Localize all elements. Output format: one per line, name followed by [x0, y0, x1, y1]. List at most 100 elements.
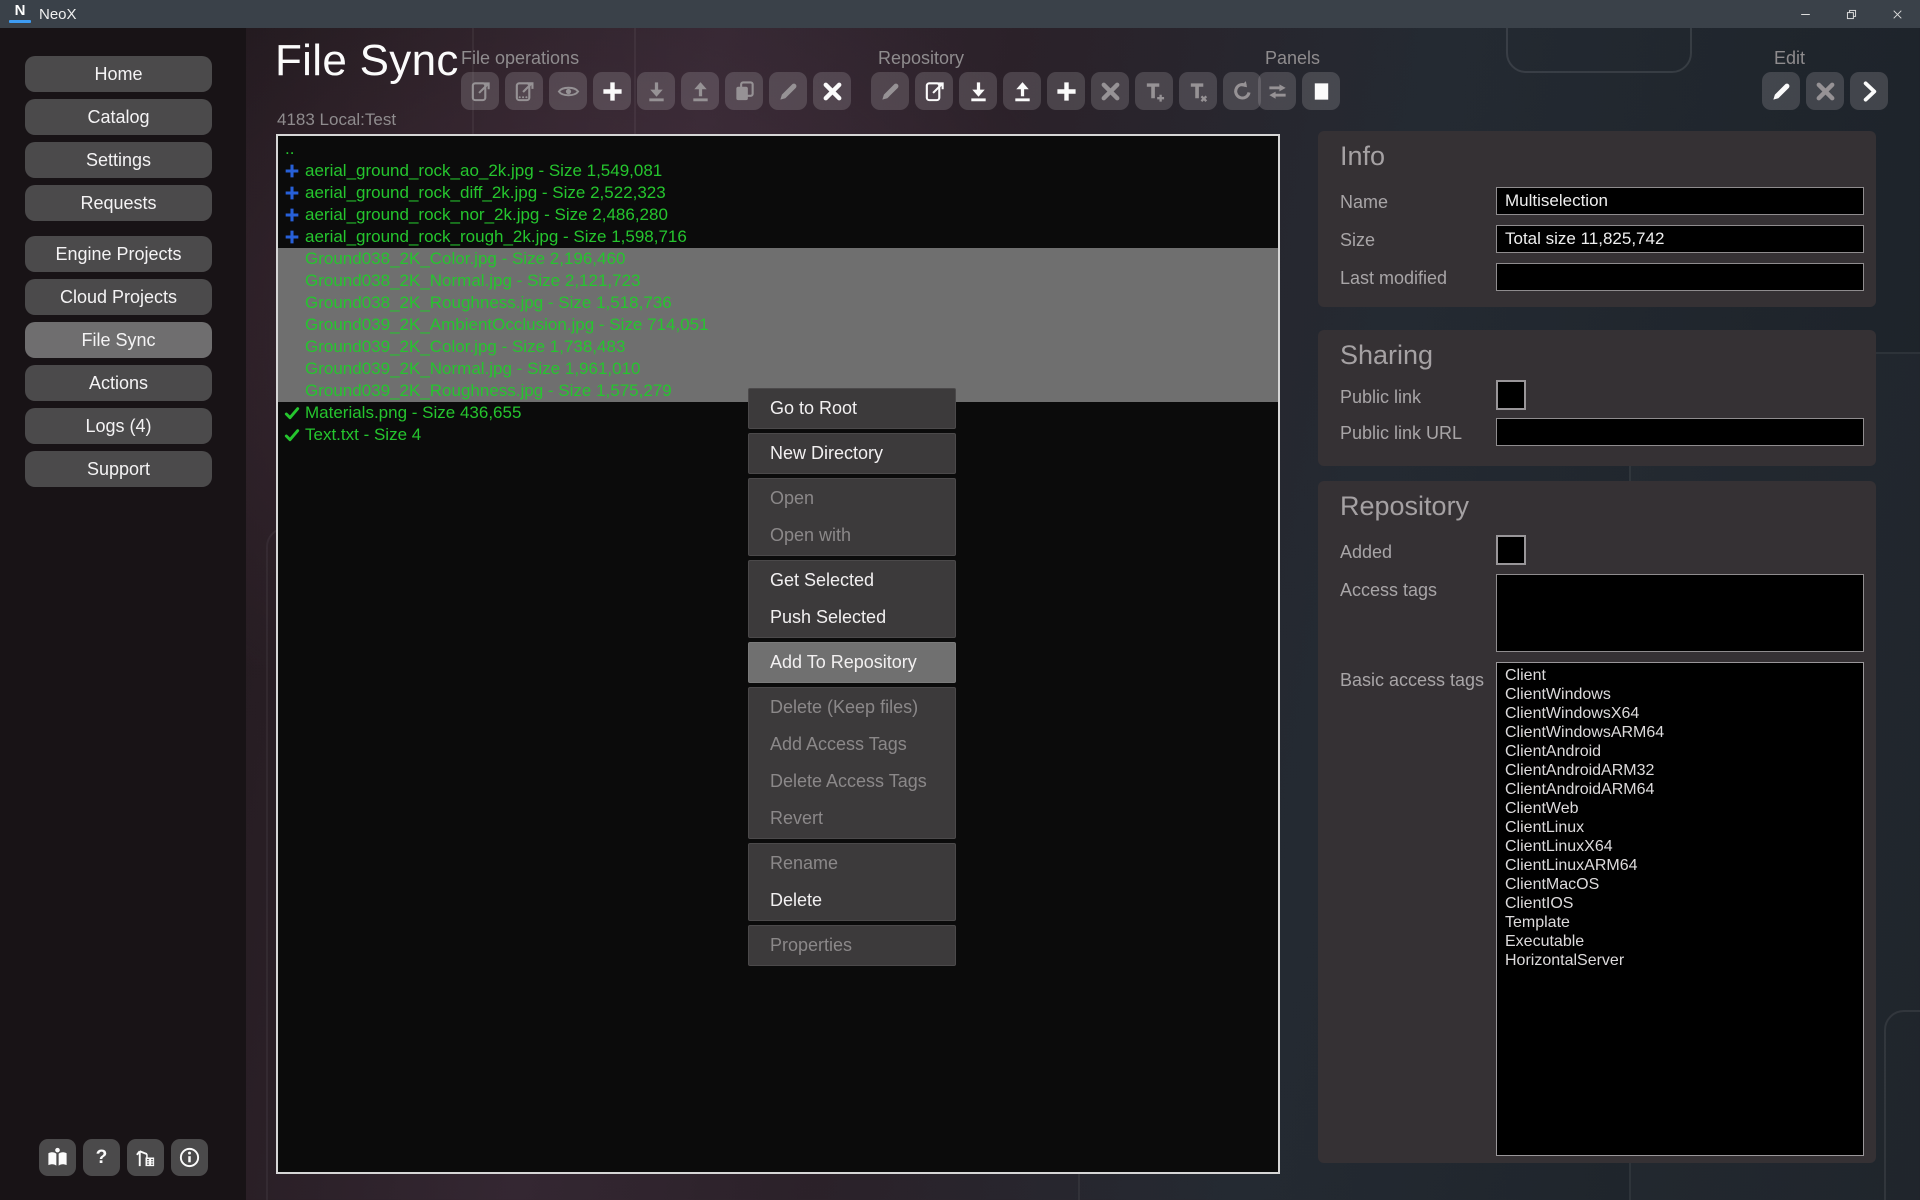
size-field[interactable] — [1496, 225, 1864, 253]
context-menu-group: OpenOpen with — [748, 478, 956, 556]
menu-item-go-to-root[interactable]: Go to Root — [749, 390, 955, 427]
repository-remove-button[interactable] — [1091, 72, 1129, 110]
file-operations-delete-button[interactable] — [813, 72, 851, 110]
documentation-button[interactable] — [39, 1139, 76, 1176]
basic-access-tag[interactable]: ClientWindowsARM64 — [1505, 723, 1863, 742]
file-operations-open-with-button[interactable] — [505, 72, 543, 110]
basic-access-tag[interactable]: HorizontalServer — [1505, 951, 1863, 970]
sidebar-item-settings[interactable]: Settings — [25, 142, 212, 178]
name-field[interactable] — [1496, 187, 1864, 215]
access-tags-field[interactable] — [1496, 574, 1864, 652]
repository-add-button[interactable] — [1047, 72, 1085, 110]
edit-apply-button[interactable] — [1850, 72, 1888, 110]
file-row-text: aerial_ground_rock_nor_2k.jpg - Size 2,4… — [305, 205, 668, 225]
repository-section: Repository Added Access tags Basic acces… — [1318, 481, 1876, 1163]
sidebar-item-home[interactable]: Home — [25, 56, 212, 92]
public-link-url-label: Public link URL — [1340, 423, 1462, 444]
public-link-url-field[interactable] — [1496, 418, 1864, 446]
file-operations-rename-button[interactable] — [769, 72, 807, 110]
sidebar-item-cloud-projects[interactable]: Cloud Projects — [25, 279, 212, 315]
added-checkbox[interactable] — [1496, 535, 1526, 565]
file-row[interactable]: aerial_ground_rock_rough_2k.jpg - Size 1… — [278, 226, 1278, 248]
repository-remove-tag-button[interactable] — [1179, 72, 1217, 110]
file-row[interactable]: Ground039_2K_AmbientOcclusion.jpg - Size… — [278, 314, 1278, 336]
basic-access-tag[interactable]: ClientWeb — [1505, 799, 1863, 818]
file-row[interactable]: Ground038_2K_Color.jpg - Size 2,196,460 — [278, 248, 1278, 270]
file-row[interactable]: Ground039_2K_Color.jpg - Size 1,738,483 — [278, 336, 1278, 358]
edit-edit-button[interactable] — [1762, 72, 1800, 110]
menu-item-delete[interactable]: Delete — [749, 882, 955, 919]
sidebar-item-actions[interactable]: Actions — [25, 365, 212, 401]
menu-item-new-directory[interactable]: New Directory — [749, 435, 955, 472]
context-menu-group: Go to Root — [748, 388, 956, 429]
public-link-checkbox[interactable] — [1496, 380, 1526, 410]
basic-access-tag[interactable]: Template — [1505, 913, 1863, 932]
close-button[interactable] — [1874, 0, 1920, 28]
sidebar-item-logs-4[interactable]: Logs (4) — [25, 408, 212, 444]
sharing-section: Sharing Public link Public link URL — [1318, 330, 1876, 466]
basic-access-tag[interactable]: ClientMacOS — [1505, 875, 1863, 894]
last-modified-field[interactable] — [1496, 263, 1864, 291]
panels-swap-panels-button[interactable] — [1258, 72, 1296, 110]
basic-access-tag[interactable]: ClientWindows — [1505, 685, 1863, 704]
repository-section-title: Repository — [1340, 491, 1469, 522]
file-row[interactable]: aerial_ground_rock_ao_2k.jpg - Size 1,54… — [278, 160, 1278, 182]
basic-access-tag[interactable]: ClientLinux — [1505, 818, 1863, 837]
repository-add-tag-button[interactable] — [1135, 72, 1173, 110]
repository-edit-button[interactable] — [871, 72, 909, 110]
minimize-button[interactable] — [1782, 0, 1828, 28]
square-icon — [1310, 80, 1333, 103]
file-row-text: Ground038_2K_Normal.jpg - Size 2,121,723 — [305, 271, 641, 291]
file-operations-add-button[interactable] — [593, 72, 631, 110]
close-icon — [1891, 8, 1904, 21]
file-row[interactable]: aerial_ground_rock_nor_2k.jpg - Size 2,4… — [278, 204, 1278, 226]
about-button[interactable] — [171, 1139, 208, 1176]
menu-item-add-to-repository[interactable]: Add To Repository — [749, 644, 955, 681]
basic-access-tag[interactable]: ClientAndroid — [1505, 742, 1863, 761]
help-button[interactable]: ? — [83, 1139, 120, 1176]
basic-access-tag[interactable]: ClientWindowsX64 — [1505, 704, 1863, 723]
basic-access-tag[interactable]: ClientLinuxARM64 — [1505, 856, 1863, 875]
build-status-button[interactable] — [127, 1139, 164, 1176]
sidebar-item-requests[interactable]: Requests — [25, 185, 212, 221]
edit-cancel-button[interactable] — [1806, 72, 1844, 110]
basic-access-tag[interactable]: ClientIOS — [1505, 894, 1863, 913]
sidebar-item-file-sync[interactable]: File Sync — [25, 322, 212, 358]
sidebar-item-engine-projects[interactable]: Engine Projects — [25, 236, 212, 272]
context-menu-group: New Directory — [748, 433, 956, 474]
file-row[interactable]: Ground038_2K_Normal.jpg - Size 2,121,723 — [278, 270, 1278, 292]
repository-push-button[interactable] — [1003, 72, 1041, 110]
file-operations-preview-button[interactable] — [549, 72, 587, 110]
last-modified-label: Last modified — [1340, 268, 1447, 289]
basic-access-tag[interactable]: Executable — [1505, 932, 1863, 951]
file-operations-get-button[interactable] — [637, 72, 675, 110]
sidebar-item-catalog[interactable]: Catalog — [25, 99, 212, 135]
tag-remove-icon — [1187, 80, 1210, 103]
menu-item-add-access-tags: Add Access Tags — [749, 726, 955, 763]
added-label: Added — [1340, 542, 1392, 563]
basic-access-tags-list[interactable]: ClientClientWindowsClientWindowsX64Clien… — [1496, 662, 1864, 1156]
panels-single-panel-button[interactable] — [1302, 72, 1340, 110]
file-row[interactable]: .. — [278, 138, 1278, 160]
file-row[interactable]: Ground038_2K_Roughness.jpg - Size 1,518,… — [278, 292, 1278, 314]
menu-item-push-selected[interactable]: Push Selected — [749, 599, 955, 636]
background-decoration — [1884, 1010, 1920, 1200]
repository-pull-button[interactable] — [959, 72, 997, 110]
basic-access-tag[interactable]: ClientAndroidARM32 — [1505, 761, 1863, 780]
file-row[interactable]: aerial_ground_rock_diff_2k.jpg - Size 2,… — [278, 182, 1278, 204]
repository-open-button[interactable] — [915, 72, 953, 110]
restore-button[interactable] — [1828, 0, 1874, 28]
toolbar-group-edit: Edit — [1762, 48, 1888, 110]
file-operations-duplicate-button[interactable] — [725, 72, 763, 110]
basic-access-tag[interactable]: ClientLinuxX64 — [1505, 837, 1863, 856]
sidebar-item-support[interactable]: Support — [25, 451, 212, 487]
menu-item-get-selected[interactable]: Get Selected — [749, 562, 955, 599]
copy-icon — [733, 80, 756, 103]
basic-access-tag[interactable]: Client — [1505, 666, 1863, 685]
file-operations-open-button[interactable] — [461, 72, 499, 110]
file-row[interactable]: Ground039_2K_Normal.jpg - Size 1,961,010 — [278, 358, 1278, 380]
repository-revert-button[interactable] — [1223, 72, 1261, 110]
basic-access-tag[interactable]: ClientAndroidARM64 — [1505, 780, 1863, 799]
upload-icon — [1011, 80, 1034, 103]
file-operations-push-button[interactable] — [681, 72, 719, 110]
